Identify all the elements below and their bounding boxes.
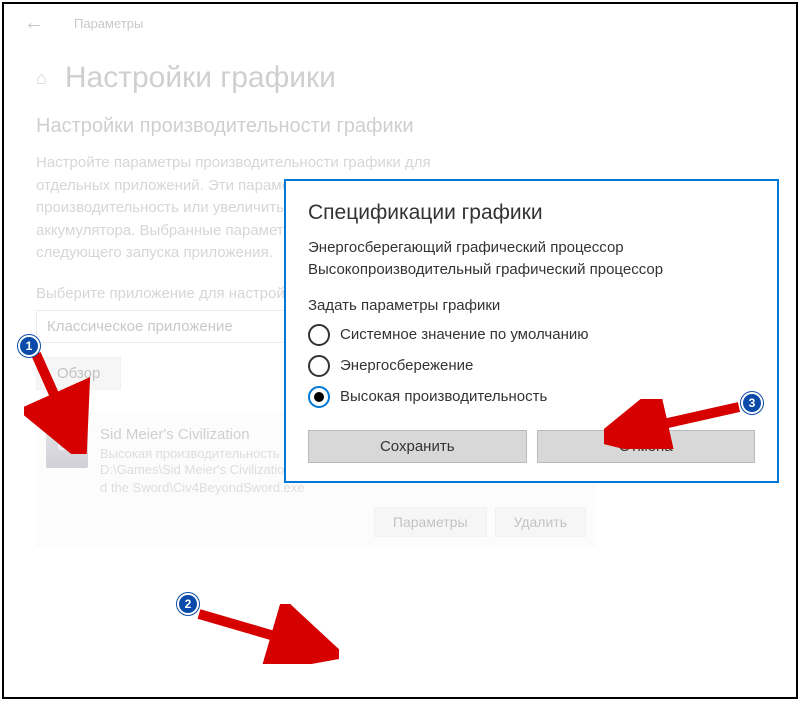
home-icon[interactable]: ⌂ <box>36 68 47 89</box>
cancel-button[interactable]: Отмена <box>537 430 756 463</box>
radio-label: Энергосбережение <box>340 357 473 374</box>
radio-power-saving[interactable]: Энергосбережение <box>308 355 755 377</box>
gpu-highperf-label: Высокопроизводительный графический проце… <box>308 259 755 281</box>
radio-icon <box>308 355 330 377</box>
page-title: Настройки графики <box>65 61 336 95</box>
callout-3: 3 <box>741 392 763 414</box>
gpu-powersaving-label: Энергосберегающий графический процессор <box>308 237 755 259</box>
dialog-sub: Задать параметры графики <box>308 297 755 314</box>
back-icon[interactable]: ← <box>24 12 44 35</box>
radio-icon <box>308 324 330 346</box>
browse-button[interactable]: Обзор <box>36 357 121 390</box>
radio-label: Системное значение по умолчанию <box>340 326 589 343</box>
dialog-title: Спецификации графики <box>308 201 755 225</box>
save-button[interactable]: Сохранить <box>308 430 527 463</box>
callout-1: 1 <box>18 335 40 357</box>
app-remove-button[interactable]: Удалить <box>495 507 586 537</box>
app-type-dropdown[interactable]: Классическое приложение <box>36 310 286 343</box>
window-title: Параметры <box>74 16 143 31</box>
radio-system-default[interactable]: Системное значение по умолчанию <box>308 324 755 346</box>
perf-subtitle: Настройки производительности графики <box>36 115 764 138</box>
app-params-button[interactable]: Параметры <box>374 507 487 537</box>
graphics-spec-dialog: Спецификации графики Энергосберегающий г… <box>284 179 779 483</box>
dropdown-value: Классическое приложение <box>47 318 233 335</box>
radio-label: Высокая производительность <box>340 388 547 405</box>
radio-high-performance[interactable]: Высокая производительность <box>308 386 755 408</box>
callout-2: 2 <box>177 593 199 615</box>
arrow-2 <box>189 604 339 664</box>
app-icon: CIV <box>46 426 88 468</box>
radio-icon-selected <box>308 386 330 408</box>
